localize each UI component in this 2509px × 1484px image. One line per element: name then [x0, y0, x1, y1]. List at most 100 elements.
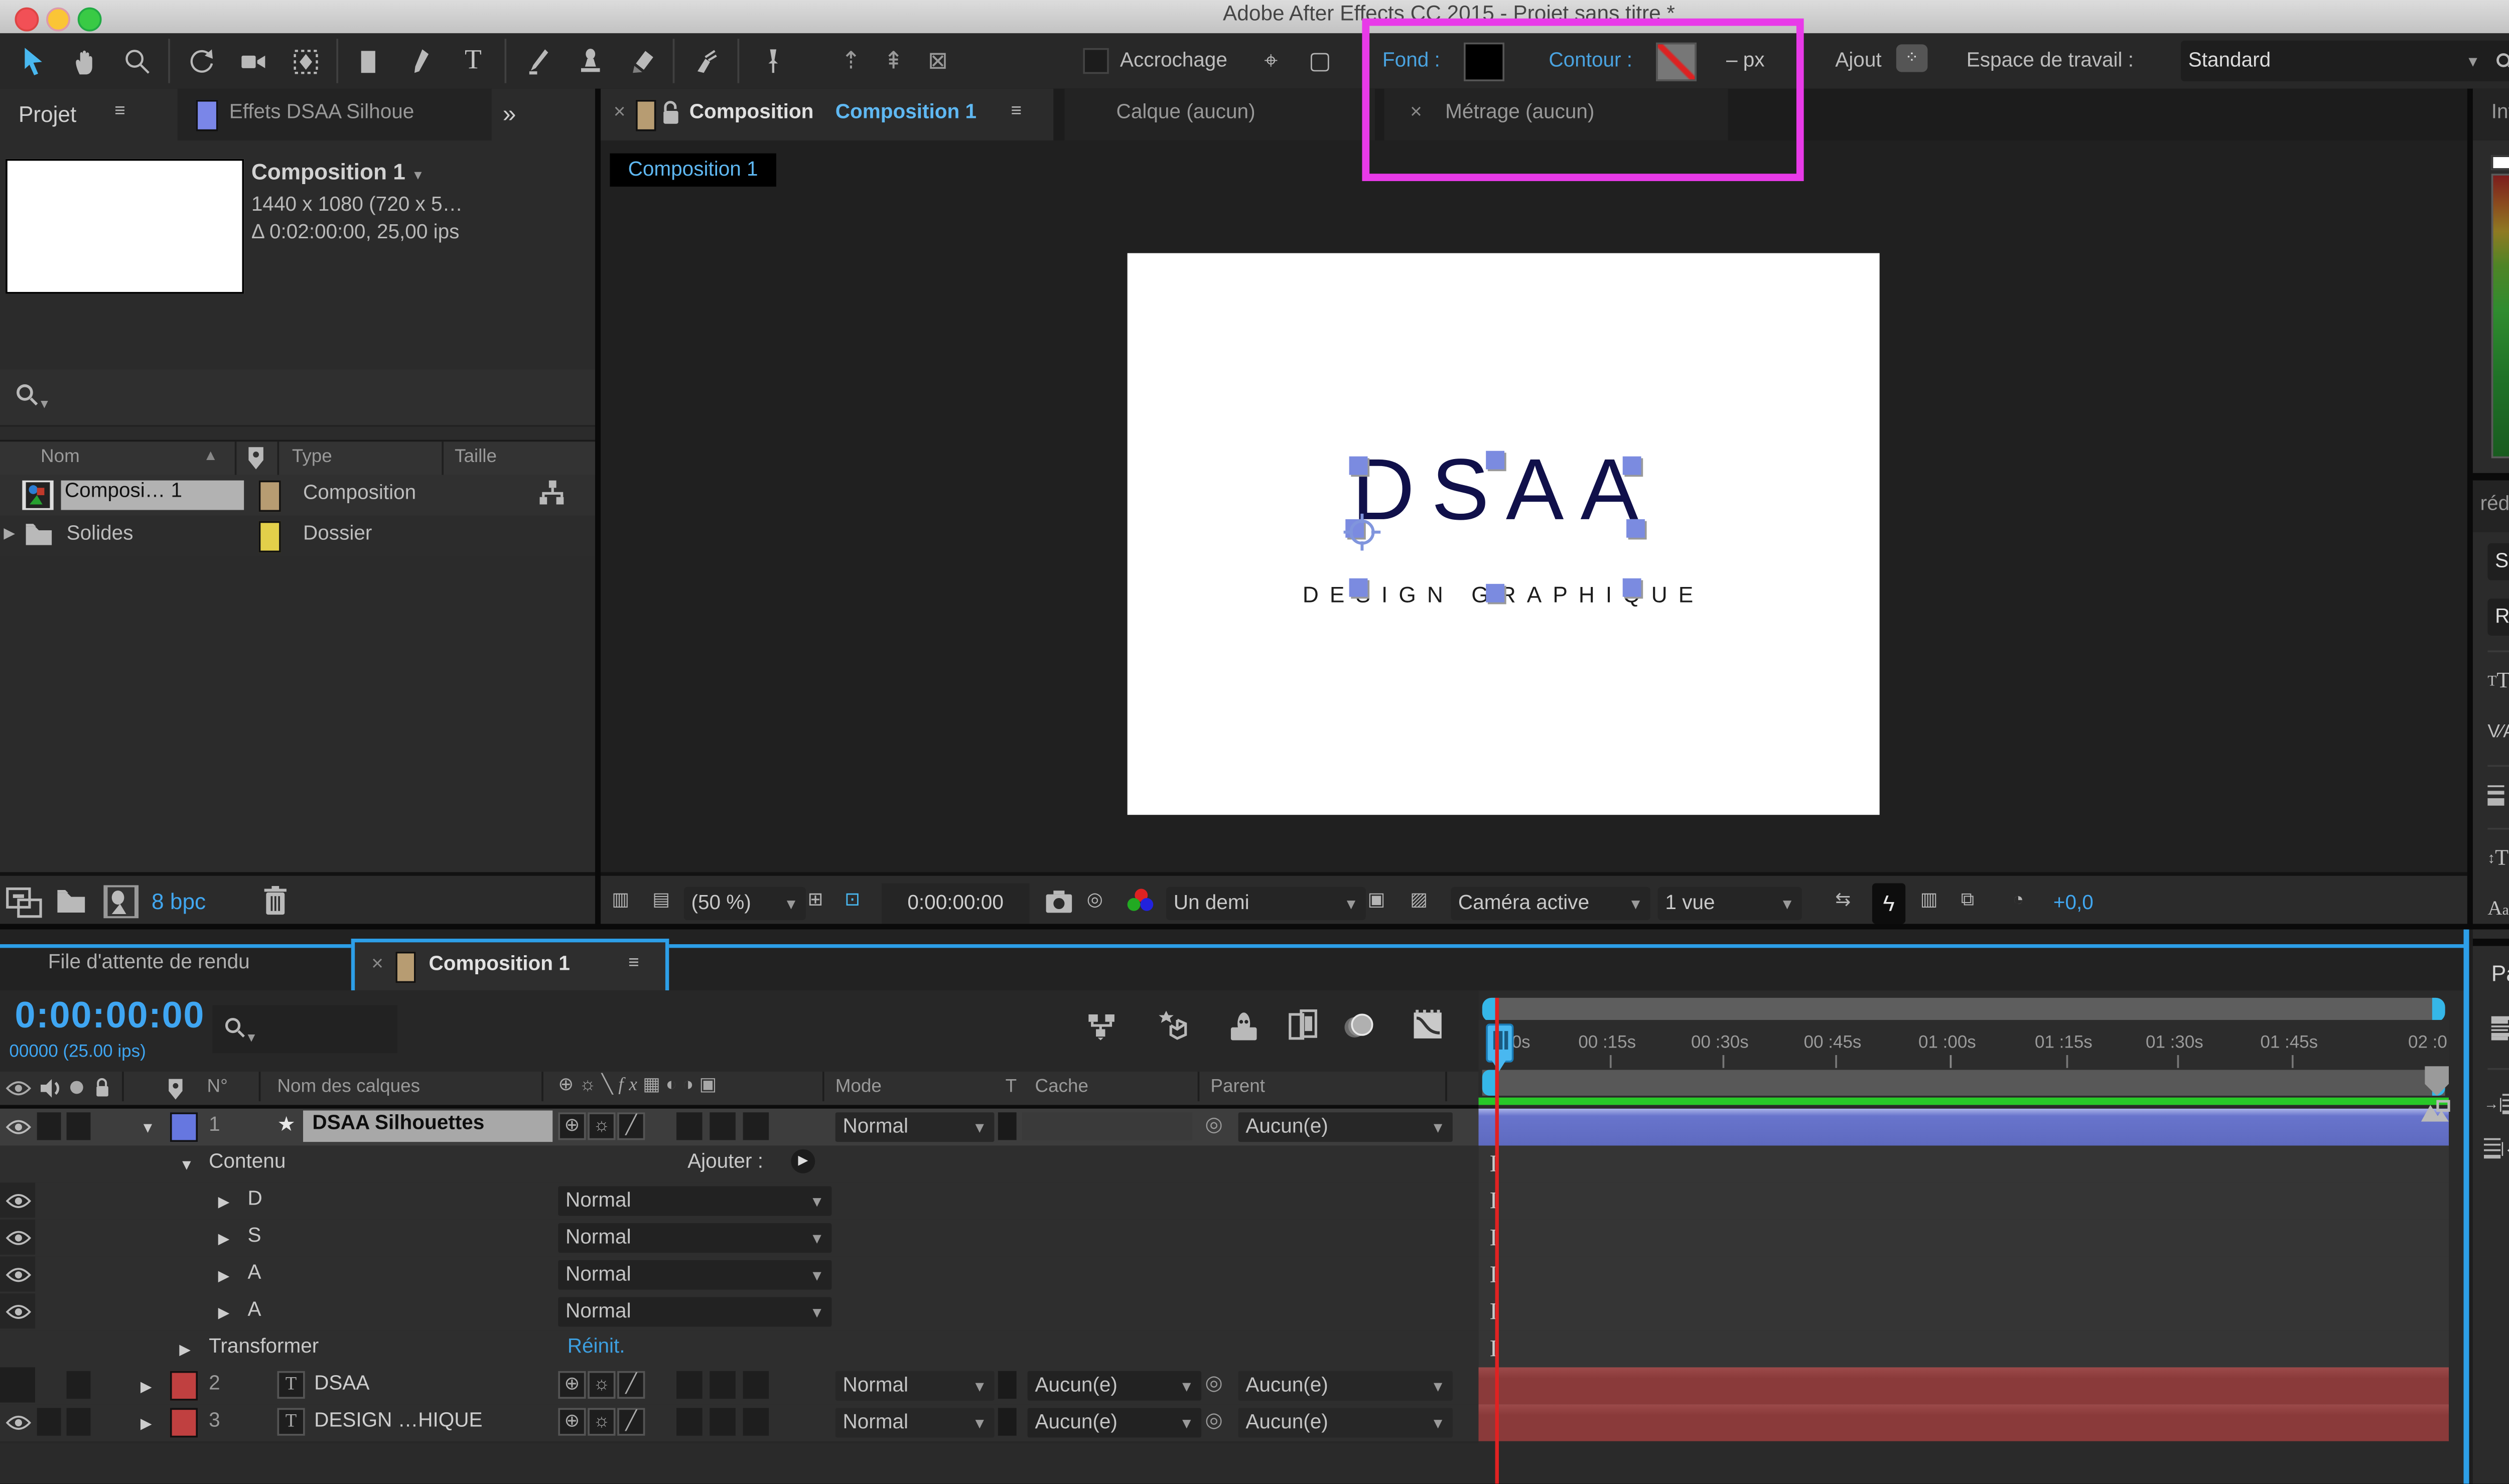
shape-tool[interactable] — [344, 37, 395, 85]
group-blend-mode-dropdown[interactable]: Normal▼ — [558, 1260, 831, 1290]
matte-cell[interactable] — [998, 1112, 1017, 1140]
graph-editor-icon[interactable] — [1412, 1009, 1444, 1042]
col-type[interactable]: Type — [292, 447, 332, 468]
comp-breadcrumb[interactable]: Composition 1 — [610, 154, 776, 187]
blend-mode-dropdown[interactable]: Normal▼ — [835, 1408, 995, 1437]
camera-tool[interactable] — [227, 37, 279, 85]
shape-group-row-d[interactable]: ▶ D Normal▼ — [0, 1182, 1478, 1221]
snapshot-icon[interactable] — [1044, 889, 1074, 915]
selection-handle[interactable] — [1623, 578, 1641, 597]
switch-cell[interactable] — [743, 1371, 769, 1399]
panel-overflow-chevrons[interactable]: » — [503, 100, 516, 127]
switch-cell[interactable] — [710, 1371, 736, 1399]
blend-mode-dropdown[interactable]: Normal▼ — [835, 1371, 995, 1401]
label-column-icon[interactable] — [246, 446, 266, 472]
col-nom[interactable]: Nom — [41, 447, 80, 468]
switch-anchor[interactable]: ⊕ — [558, 1408, 586, 1435]
solo-cell[interactable] — [67, 1408, 91, 1435]
roto-brush-tool[interactable] — [680, 37, 732, 85]
label-swatch-tan[interactable] — [259, 481, 281, 512]
close-tab-icon[interactable]: × — [371, 953, 383, 975]
layer-bar-3[interactable] — [1478, 1404, 2449, 1443]
col-parent[interactable]: Parent — [1210, 1077, 1265, 1098]
eye-icon[interactable] — [6, 1118, 32, 1136]
matte-cell[interactable] — [998, 1371, 1017, 1399]
workspace-icon[interactable]: ⁘ — [1896, 44, 1928, 72]
expand-layer-icon[interactable]: ▶ — [141, 1415, 152, 1432]
comp-flowchart-icon[interactable]: ⧉ — [1961, 891, 1974, 911]
twirl-icon[interactable]: ▼ — [179, 1157, 194, 1173]
view-layout-dropdown[interactable]: 1 vue▼ — [1658, 887, 1802, 920]
tab-effets-dsaa[interactable]: Effets DSAA Silhoue — [178, 89, 492, 140]
selection-handle[interactable] — [1626, 519, 1645, 538]
group-row-contenu[interactable]: ▼ Contenu Ajouter : ▶ — [0, 1145, 1478, 1184]
viewer-panel-menu-icon[interactable]: ≡ — [1011, 102, 1022, 122]
parent-pickwhip-icon[interactable]: ◎ — [1205, 1112, 1222, 1136]
transform-row[interactable]: ▶ Transformer Réinit. — [0, 1330, 1478, 1369]
expand-icon[interactable]: ▶ — [4, 525, 15, 541]
lock-icon[interactable] — [660, 100, 680, 127]
switch-cell[interactable] — [676, 1112, 703, 1140]
puppet-pin-tool[interactable] — [745, 37, 796, 85]
close-tab-icon[interactable]: × — [614, 102, 626, 124]
solo-cell[interactable] — [67, 1112, 91, 1140]
main-viewer-icon[interactable]: ▤ — [652, 891, 670, 911]
tab-calque[interactable]: Calque (aucun) — [1064, 89, 1375, 140]
snap-checkbox[interactable] — [1083, 48, 1109, 74]
label-swatch-yellow[interactable] — [259, 521, 281, 553]
switch-cell[interactable] — [676, 1371, 703, 1399]
region-of-interest-icon[interactable]: ▣ — [1367, 891, 1385, 911]
frame-blending-icon[interactable] — [1288, 1009, 1320, 1042]
selection-handle[interactable] — [1486, 451, 1504, 470]
switch-cell[interactable] — [676, 1408, 703, 1435]
solo-cell[interactable] — [67, 1371, 91, 1399]
show-snapshot-icon[interactable]: ◎ — [1087, 891, 1103, 911]
timeline-panel-menu-icon[interactable]: ≡ — [628, 953, 639, 974]
pixel-aspect-icon[interactable]: ⇆ — [1835, 891, 1851, 911]
shape-group-row-s[interactable]: ▶ S Normal▼ — [0, 1220, 1478, 1258]
tab-render-queue[interactable]: File d'attente de rendu — [48, 952, 250, 974]
selection-tool[interactable] — [8, 37, 59, 85]
panel-divider-highlight[interactable] — [2463, 930, 2469, 1484]
switch-cell[interactable] — [710, 1408, 736, 1435]
audio-cell[interactable] — [37, 1408, 61, 1435]
anchor-point-icon[interactable] — [1342, 512, 1382, 552]
hand-tool[interactable] — [59, 37, 111, 85]
tab-presets[interactable]: rédéfinis — [2473, 481, 2509, 532]
label-column-icon[interactable] — [166, 1077, 185, 1101]
group-blend-mode-dropdown[interactable]: Normal▼ — [558, 1297, 831, 1326]
exposure-value[interactable]: +0,0 — [2053, 893, 2094, 915]
twirl-icon[interactable]: ▶ — [218, 1304, 230, 1321]
switch-cell[interactable] — [710, 1112, 736, 1140]
parent-pickwhip-icon[interactable]: ◎ — [1205, 1371, 1222, 1395]
draft-3d-icon[interactable] — [1157, 1009, 1190, 1042]
add-vertex-icon[interactable]: ⇡ — [841, 46, 861, 76]
switch-collapse[interactable]: ☼ — [588, 1371, 615, 1399]
projet-panel-menu-icon[interactable]: ≡ — [114, 102, 125, 122]
matte-cell[interactable] — [998, 1408, 1017, 1435]
add-property-label[interactable]: Ajouter : — [687, 1151, 763, 1173]
layer-row-1[interactable]: ▼ 1 ★ DSAA Silhouettes ⊕ ☼ ╱ Normal▼ ◎ A… — [0, 1109, 1478, 1147]
parent-dropdown[interactable]: Aucun(e)▼ — [1238, 1112, 1453, 1142]
switch-collapse[interactable]: ☼ — [588, 1408, 615, 1435]
snap-box-icon[interactable]: ▢ — [1309, 46, 1331, 76]
layer-name[interactable]: DSAA — [314, 1373, 369, 1395]
composition-mini-flowchart-icon[interactable] — [1087, 1011, 1117, 1041]
clone-stamp-tool[interactable] — [564, 37, 615, 85]
eraser-tool[interactable] — [615, 37, 667, 85]
eye-cell[interactable] — [0, 1182, 35, 1218]
shy-icon[interactable] — [1227, 1009, 1261, 1042]
tab-projet[interactable]: Projet — [19, 102, 76, 128]
pen-tool[interactable] — [395, 37, 447, 85]
twirl-icon[interactable]: ▶ — [218, 1268, 230, 1284]
shape-group-row-a2[interactable]: ▶ A Normal▼ — [0, 1293, 1478, 1332]
layer-name-selected[interactable]: DSAA Silhouettes — [303, 1111, 552, 1142]
time-ruler[interactable]: 0s 00 :15s 00 :30s 00 :45s 01 :00s 01 :1… — [1478, 1020, 2449, 1070]
selection-handle[interactable] — [1349, 457, 1368, 475]
shape-group-row-a1[interactable]: ▶ A Normal▼ — [0, 1256, 1478, 1295]
switch-quality[interactable]: ╱ — [617, 1112, 645, 1140]
zoom-graph-icon[interactable] — [2419, 1099, 2451, 1123]
tab-info[interactable]: Info — [2473, 89, 2509, 140]
col-cache[interactable]: Cache — [1035, 1077, 1088, 1098]
col-layer-name[interactable]: Nom des calques — [277, 1077, 420, 1098]
